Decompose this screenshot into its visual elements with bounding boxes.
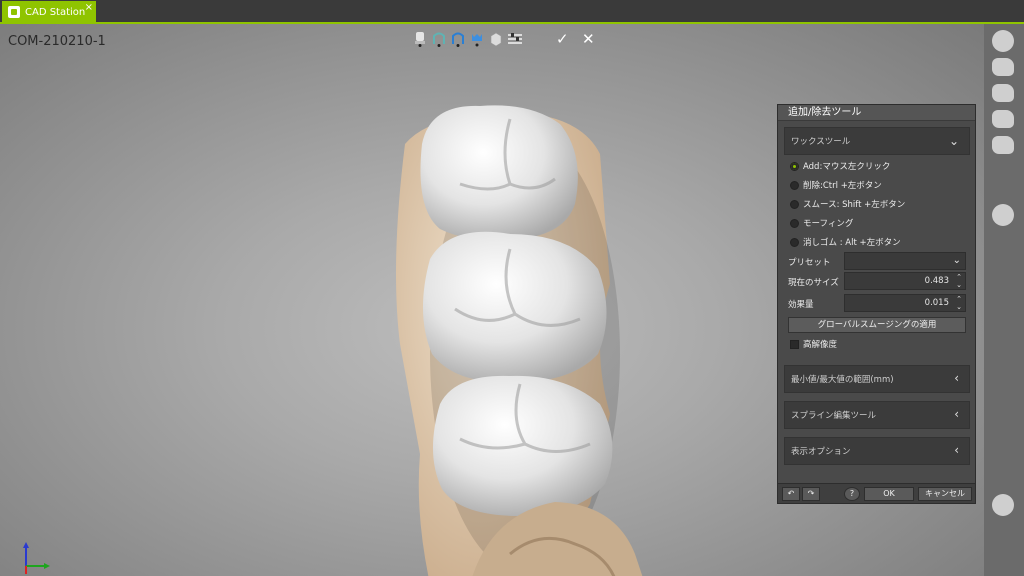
chevron-left-icon: ‹ — [954, 371, 959, 385]
effect-label: 効果量 — [788, 300, 814, 310]
tooth-view-icon[interactable] — [412, 30, 428, 48]
spinner-icon[interactable]: ⌃ ⌄ — [956, 273, 962, 289]
chevron-left-icon: ‹ — [954, 407, 959, 421]
panel-title: 追加/除去ツール — [778, 105, 975, 121]
size-label: 現在のサイズ — [788, 278, 839, 288]
high-res-label: 高解像度 — [803, 340, 838, 350]
crown-tooth-1 — [420, 105, 578, 241]
spinner-icon[interactable]: ⌃ ⌄ — [956, 295, 962, 311]
spline-section[interactable]: スプライン編集ツール ‹ — [784, 401, 970, 429]
wax-tool-label: ワックスツール — [791, 137, 851, 147]
tab-bar: CAD Station × — [0, 0, 1024, 24]
mode-add-label: Add:マウス左クリック — [803, 162, 891, 172]
display-options-label: 表示オプション — [791, 447, 851, 457]
mode-morph-label: モーフィング — [803, 219, 854, 229]
mode-smooth[interactable]: スムース: Shift +左ボタン — [790, 197, 905, 211]
ok-button[interactable]: OK — [864, 487, 914, 501]
size-stepper[interactable]: 0.483 ⌃ ⌄ — [844, 272, 966, 290]
axis-gizmo-icon — [23, 542, 50, 574]
high-res-option[interactable]: 高解像度 — [790, 338, 837, 350]
crown-tooth-2 — [422, 231, 607, 383]
radio-icon[interactable] — [790, 161, 799, 171]
mode-morph[interactable]: モーフィング — [790, 216, 853, 230]
high-res-checkbox[interactable] — [790, 339, 799, 349]
spline-label: スプライン編集ツール — [791, 411, 877, 421]
confirm-check-icon[interactable]: ✓ — [556, 30, 569, 48]
help-icon[interactable]: ? — [844, 487, 860, 501]
mode-eraser[interactable]: 消しゴム : Alt +左ボタン — [790, 235, 901, 249]
mode-add[interactable]: Add:マウス左クリック — [790, 159, 890, 173]
mode-delete-label: 削除:Ctrl +左ボタン — [803, 181, 882, 191]
undo-icon[interactable]: ↶ — [782, 487, 800, 501]
chevron-down-icon: ⌄ — [952, 255, 961, 266]
circle-tool-icon[interactable] — [992, 30, 1014, 52]
cancel-button[interactable]: キャンセル — [918, 487, 972, 501]
arch-teal-icon[interactable] — [431, 30, 447, 48]
radio-icon[interactable] — [790, 218, 799, 228]
tab-label: CAD Station — [25, 6, 86, 18]
minmax-section[interactable]: 最小値/最大値の範囲(mm) ‹ — [784, 365, 970, 393]
crown-blue-icon[interactable] — [469, 30, 485, 48]
radio-icon[interactable] — [790, 237, 799, 247]
effect-value: 0.015 — [924, 298, 949, 308]
circle-bottom-icon[interactable] — [992, 494, 1014, 516]
preset-select[interactable]: ⌄ — [844, 252, 966, 270]
radio-icon[interactable] — [790, 180, 799, 190]
wax-tool-section[interactable]: ワックスツール ⌄ — [784, 127, 970, 155]
size-value: 0.483 — [924, 276, 949, 286]
mode-smooth-label: スムース: Shift +左ボタン — [803, 200, 906, 210]
case-id-label: COM-210210-1 — [8, 34, 106, 49]
sliders-icon[interactable] — [507, 30, 523, 48]
cancel-x-icon[interactable]: ✕ — [582, 30, 595, 48]
view-toolbar — [412, 28, 523, 50]
display-options-section[interactable]: 表示オプション ‹ — [784, 437, 970, 465]
chevron-down-icon: ⌄ — [948, 134, 959, 148]
tooth-shape-icon-3[interactable] — [992, 110, 1014, 128]
mode-delete[interactable]: 削除:Ctrl +左ボタン — [790, 178, 882, 192]
app-icon — [8, 6, 20, 18]
right-tool-strip — [984, 24, 1024, 576]
mode-eraser-label: 消しゴム : Alt +左ボタン — [803, 238, 901, 248]
circle-button-icon[interactable] — [992, 204, 1014, 226]
close-icon[interactable]: × — [85, 3, 93, 13]
chevron-left-icon: ‹ — [954, 443, 959, 457]
tooth-shape-icon-4[interactable] — [992, 136, 1014, 154]
effect-stepper[interactable]: 0.015 ⌃ ⌄ — [844, 294, 966, 312]
global-smoothing-button[interactable]: グローバルスムージングの適用 — [788, 317, 966, 333]
arch-blue-icon[interactable] — [450, 30, 466, 48]
dental-crown-model — [396, 105, 643, 576]
add-remove-tool-panel: 追加/除去ツール ワックスツール ⌄ Add:マウス左クリック 削除:Ctrl … — [777, 104, 976, 504]
minmax-label: 最小値/最大値の範囲(mm) — [791, 375, 894, 385]
cube-icon[interactable] — [488, 30, 504, 48]
tooth-shape-icon-2[interactable] — [992, 84, 1014, 102]
tooth-shape-icon-1[interactable] — [992, 58, 1014, 76]
preset-label: プリセット — [788, 258, 831, 268]
tab-cad-station[interactable]: CAD Station × — [2, 1, 96, 23]
panel-footer: ↶ ↷ ? OK キャンセル — [778, 483, 975, 503]
redo-icon[interactable]: ↷ — [802, 487, 820, 501]
radio-icon[interactable] — [790, 199, 799, 209]
